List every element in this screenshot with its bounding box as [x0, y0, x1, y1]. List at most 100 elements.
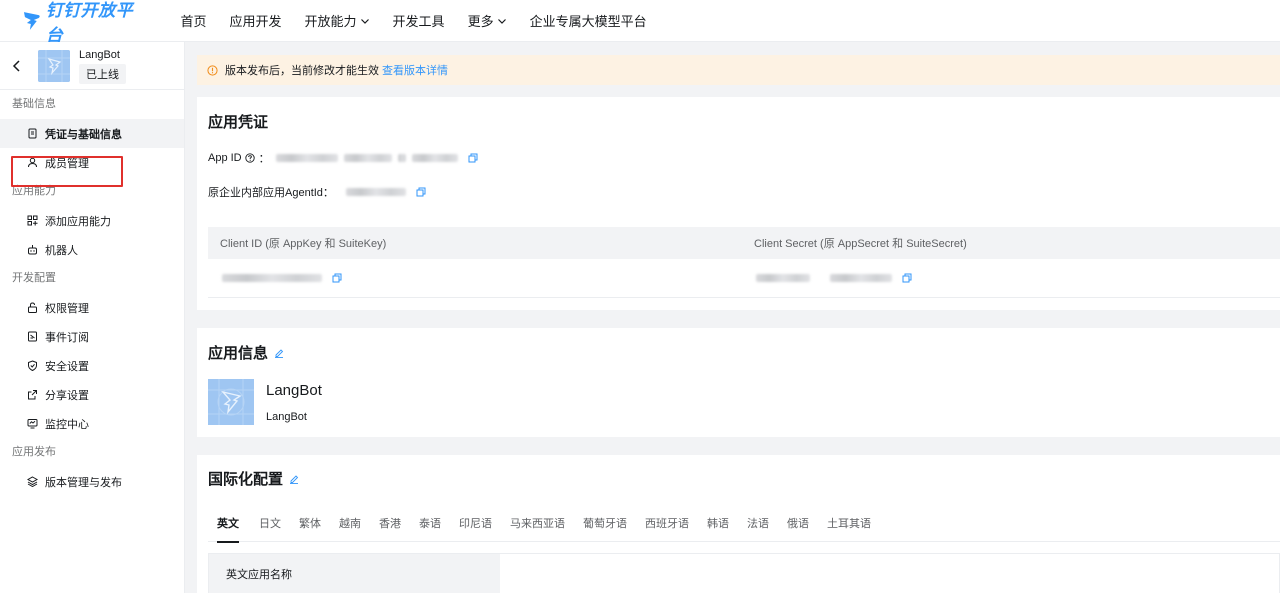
sidebar-item-label: 版本管理与发布 — [45, 476, 122, 489]
sidebar-item-label: 成员管理 — [45, 157, 89, 170]
client-id-cell — [208, 273, 742, 283]
sidebar-item[interactable]: 凭证与基础信息 — [0, 119, 184, 148]
sidebar-item[interactable]: 权限管理 — [0, 293, 184, 322]
app-id-masked-part3 — [397, 154, 406, 162]
language-tab[interactable]: 英文 — [208, 515, 248, 543]
client-secret-header: Client Secret (原 AppSecret 和 SuiteSecret… — [754, 238, 967, 250]
credentials-title: 应用凭证 — [208, 114, 269, 131]
app-id-colon: ： — [258, 153, 270, 165]
sidebar-item[interactable]: 版本管理与发布 — [0, 467, 184, 496]
chevron-down-icon — [360, 18, 369, 24]
app-status-badge: 已上线 — [79, 64, 126, 84]
app-info-title-wrap: 应用信息 — [208, 342, 284, 363]
copy-icon[interactable] — [468, 153, 478, 163]
sidebar-item[interactable]: 分享设置 — [0, 380, 184, 409]
sidebar-item[interactable]: 监控中心 — [0, 409, 184, 438]
sidebar-item-label: 监控中心 — [45, 418, 89, 431]
language-tab[interactable]: 俄语 — [778, 515, 818, 542]
share-icon — [27, 389, 45, 400]
notice-text: 版本发布后，当前修改才能生效 — [225, 65, 379, 77]
credentials-table-header: Client ID (原 AppKey 和 SuiteKey) Client S… — [208, 227, 1280, 259]
app-info-avatar — [208, 379, 254, 425]
language-tab[interactable]: 马来西亚语 — [501, 515, 574, 542]
sidebar-item[interactable]: 添加应用能力 — [0, 206, 184, 235]
nav-item[interactable]: 首页 — [181, 11, 207, 30]
language-tab[interactable]: 印尼语 — [450, 515, 501, 542]
sidebar-item-label: 机器人 — [45, 244, 78, 257]
app-id-masked-part1 — [275, 154, 338, 162]
language-tab[interactable]: 繁体 — [290, 515, 330, 542]
copy-icon[interactable] — [332, 273, 342, 283]
agent-id-masked — [345, 188, 406, 196]
nav-item[interactable]: 开放能力 — [305, 11, 370, 30]
edit-icon[interactable] — [289, 474, 299, 484]
nav-item[interactable]: 开发工具 — [393, 11, 445, 30]
nav-item[interactable]: 企业专属大模型平台 — [530, 11, 647, 30]
sidebar-item[interactable]: 机器人 — [0, 235, 184, 264]
dingtalk-logo-icon — [23, 11, 40, 30]
nav-menu: 首页 应用开发 开放能力 开发工具 更多 企业专属大模型平台 — [169, 11, 658, 30]
agent-id-row: 原企业内部应用AgentId： — [208, 184, 426, 200]
nav-item[interactable]: 应用开发 — [230, 11, 282, 30]
app-avatar-graphic — [38, 49, 70, 82]
language-tab[interactable]: 葡萄牙语 — [574, 515, 636, 542]
language-tab[interactable]: 香港 — [370, 515, 410, 542]
sidebar-item-label: 分享设置 — [45, 389, 89, 402]
sidebar-item-label: 凭证与基础信息 — [45, 128, 122, 141]
sidebar-item[interactable]: 安全设置 — [0, 351, 184, 380]
nav-item-label: 开放能力 — [304, 14, 357, 29]
language-tab[interactable]: 泰语 — [410, 515, 450, 542]
sidebar-item[interactable]: 事件订阅 — [0, 322, 184, 351]
question-icon[interactable] — [244, 153, 255, 163]
language-tab[interactable]: 日文 — [250, 515, 290, 542]
lock-icon — [27, 302, 45, 313]
intl-name-value[interactable] — [500, 554, 1279, 593]
info-warning-icon — [207, 64, 218, 76]
app-id-masked-part2 — [343, 154, 392, 162]
app-info-description: LangBot — [266, 411, 307, 423]
app-name: LangBot — [79, 49, 120, 61]
language-tab[interactable]: 法语 — [738, 515, 778, 542]
credentials-table-row — [208, 259, 1280, 298]
agent-id-label: 原企业内部应用AgentId： — [208, 187, 334, 199]
app-avatar — [38, 49, 70, 82]
app-info-name: LangBot — [266, 382, 322, 399]
sidebar-group-title: 基础信息 — [12, 98, 56, 110]
monitor-icon — [27, 418, 45, 429]
language-tab[interactable]: 韩语 — [698, 515, 738, 542]
grid-plus-icon — [27, 215, 45, 226]
nav-item[interactable]: 更多 — [468, 11, 507, 30]
event-icon — [27, 331, 45, 342]
intl-config-card: 国际化配置 英文 日文 繁体 越南 香港 泰语 印尼语 马来西亚语 葡萄牙语 西班牙语 韩语 法语 俄语… — [197, 455, 1280, 593]
app-id-masked-part4 — [411, 154, 458, 162]
app-id-row: App ID ： — [208, 150, 478, 166]
language-tab[interactable]: 土耳其语 — [818, 515, 880, 542]
sidebar-group-title: 应用发布 — [12, 446, 56, 458]
language-tab[interactable]: 西班牙语 — [636, 515, 698, 542]
intl-name-row: 英文应用名称 — [208, 553, 1280, 593]
sidebar-item[interactable]: 成员管理 — [0, 148, 184, 177]
sidebar-item-label: 事件订阅 — [45, 331, 89, 344]
dingtalk-logo[interactable]: 钉钉开放平台 — [22, 1, 149, 46]
sidebar-group-title: 应用能力 — [12, 185, 56, 197]
language-tab[interactable]: 越南 — [330, 515, 370, 542]
nav-item-label: 企业专属大模型平台 — [529, 14, 647, 29]
intl-title: 国际化配置 — [208, 471, 284, 488]
credentials-table: Client ID (原 AppKey 和 SuiteKey) Client S… — [208, 227, 1280, 298]
view-version-link[interactable]: 查看版本详情 — [382, 62, 448, 78]
nav-item-label: 开发工具 — [392, 14, 445, 29]
credentials-card: 应用凭证 App ID ： 原企业内部应用AgentId： Client ID … — [197, 97, 1280, 310]
brand-name: 钉钉开放平台 — [45, 0, 134, 46]
copy-icon[interactable] — [902, 273, 912, 283]
copy-icon[interactable] — [416, 187, 426, 197]
nav-item-label: 更多 — [467, 14, 494, 29]
nav-item-label: 应用开发 — [229, 14, 282, 29]
edit-icon[interactable] — [274, 348, 284, 358]
document-icon — [27, 128, 45, 139]
robot-icon — [27, 244, 45, 255]
sidebar-item-label: 添加应用能力 — [45, 215, 111, 228]
intl-title-wrap: 国际化配置 — [208, 468, 299, 489]
client-secret-masked-part1 — [756, 274, 810, 282]
back-arrow-icon[interactable] — [12, 59, 22, 72]
intl-name-label: 英文应用名称 — [209, 554, 500, 593]
